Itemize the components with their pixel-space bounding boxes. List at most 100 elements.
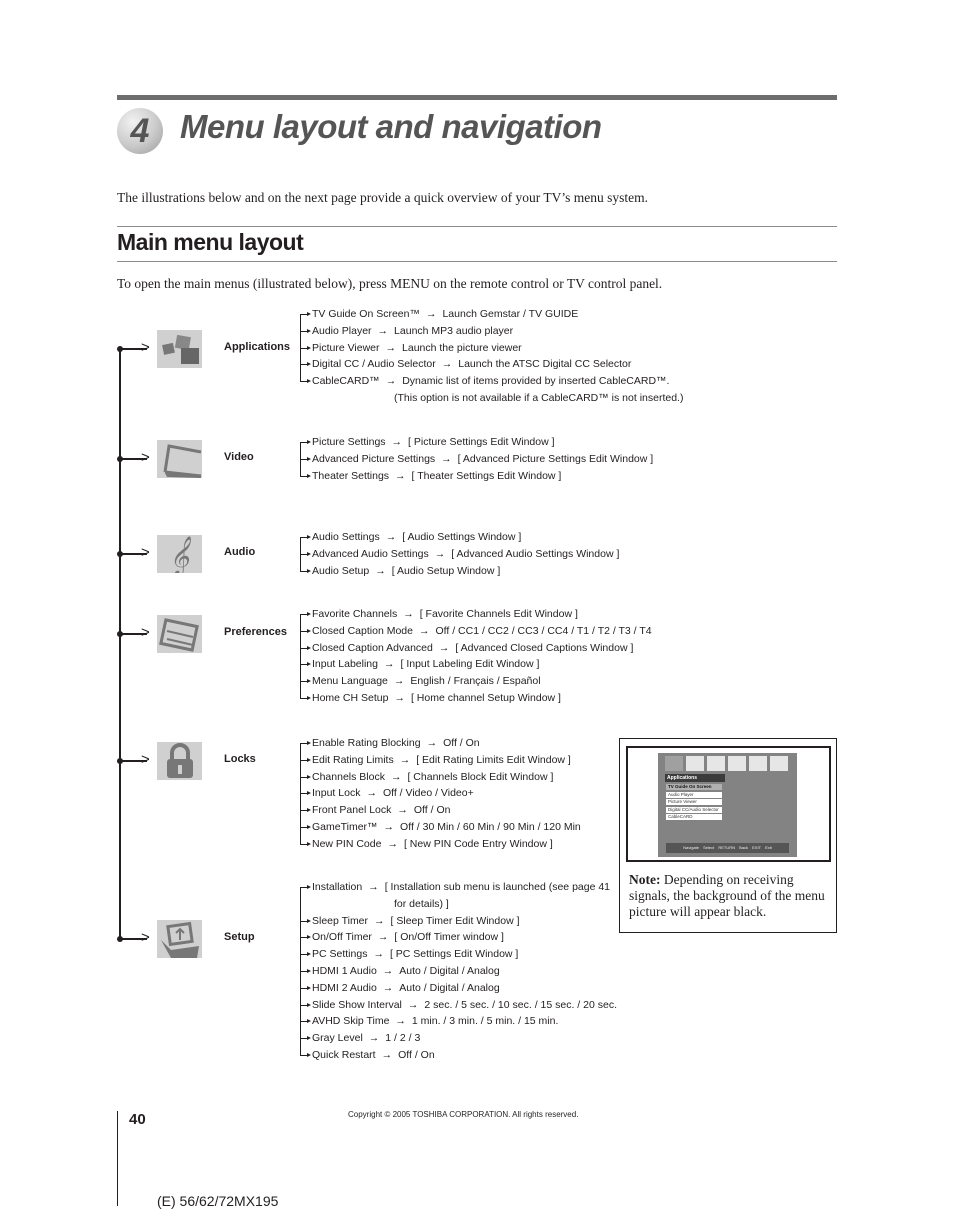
applications-icon [157,330,202,368]
submenu-item: HDMI 2 Audio → Auto / Digital / Analog [300,980,617,997]
arrow-icon: → [393,675,405,688]
connector-arrow-icon [300,568,311,573]
arrow-icon: → [395,1015,406,1028]
submenu-item: Menu Language → English / Français / Españ… [300,673,652,690]
screen-menu-list: TV Guide On Screen Audio Player Picture Vi… [666,784,722,822]
submenu-item-value: [ PC Settings Edit Window ] [389,948,519,961]
submenu-item: Installation → [ Installation sub menu is … [300,879,617,896]
branch-node [117,346,123,352]
submenu-item: Home CH Setup → [ Home channel Setup Windo… [300,690,652,707]
submenu-item-continuation: (This option is not available if a Cable… [394,391,684,404]
arrow-icon: → [390,770,402,783]
submenu-item-value: [ Input Labeling Edit Window ] [400,658,540,671]
submenu-item-name: Audio Settings [312,531,380,543]
submenu-item-name: Front Panel Lock [312,804,392,817]
submenu-bracket [300,743,301,844]
submenu-item-name: AVHD Skip Time [312,1015,390,1028]
setup-icon [157,920,202,958]
model-number: (E) 56/62/72MX195 [157,1193,279,1209]
arrow-icon: > [141,624,150,641]
branch-node [117,936,123,942]
arrow-icon: → [441,452,452,465]
arrow-icon: → [441,358,453,371]
submenu-list-audio: Audio Settings → [ Audio Settings Window ]… [300,529,619,579]
connector-arrow-icon [300,791,311,796]
arrow-icon: → [418,624,430,637]
page-number: 40 [129,1111,146,1128]
arrow-icon: → [375,564,386,577]
submenu-item-name: Closed Caption Mode [312,624,413,637]
submenu-item: Advanced Audio Settings → [ Advanced Audio… [300,546,619,563]
arrow-icon: → [397,804,408,817]
submenu-item-value: [ Favorite Channels Edit Window ] [419,608,578,620]
connector-arrow-icon [300,985,311,990]
connector-arrow-icon [300,968,311,973]
connector-arrow-icon [300,1002,311,1007]
screen-audio-icon [707,756,725,771]
connector-arrow-icon [300,379,311,384]
arrow-icon: > [141,751,150,768]
submenu-item-value: Launch the ATSC Digital CC Selector [458,358,632,371]
submenu-item-name: GameTimer™ [312,820,378,833]
arrow-icon: → [438,641,450,654]
menu-label-applications: Applications [224,341,291,353]
submenu-item-value: Launch the picture viewer [402,341,522,354]
submenu-item: Audio Player → Launch MP3 audio player [300,323,683,340]
submenu-item: Front Panel Lock → Off / On [300,802,581,819]
submenu-item-value: [ Channels Block Edit Window ] [407,770,554,783]
submenu-item-value: Off / Video / Video+ [382,787,474,800]
screen-menu-item: CableCARD [666,814,722,820]
arrow-icon: → [425,308,437,320]
footer-side-rule [117,1111,118,1206]
section-title: Main menu layout [117,229,304,255]
submenu-item: HDMI 1 Audio → Auto / Digital / Analog [300,963,617,980]
connector-arrow-icon [300,645,311,650]
submenu-item: On/Off Timer → [ On/Off Timer window ] [300,929,617,946]
arrow-icon: → [426,737,438,749]
chapter-number-badge: 4 [117,108,163,154]
submenu-item-name: Closed Caption Advanced [312,641,433,654]
connector-arrow-icon [300,535,311,539]
submenu-item-value: Off / 30 Min / 60 Min / 90 Min / 120 Min [400,820,581,833]
submenu-item-name: Slide Show Interval [312,998,402,1011]
submenu-item: Audio Settings → [ Audio Settings Window ] [300,529,619,546]
submenu-item-name: Edit Rating Limits [312,753,394,766]
submenu-item-name: Sleep Timer [312,914,369,927]
arrow-icon: → [383,658,395,671]
submenu-item-value: [ Advanced Closed Captions Window ] [455,641,634,654]
menu-label-locks: Locks [224,753,256,765]
svg-text:𝄞: 𝄞 [169,536,191,573]
connector-arrow-icon [300,1052,311,1057]
submenu-item: Quick Restart → Off / On [300,1047,617,1064]
arrow-icon: > [141,449,150,466]
submenu-item-value: Auto / Digital / Analog [399,981,500,994]
tree-trunk [119,348,121,940]
branch-node [117,551,123,557]
connector-arrow-icon [300,808,311,813]
arrow-icon: → [403,608,414,620]
submenu-item-name: Input Lock [312,787,361,800]
submenu-item-name: Advanced Picture Settings [312,452,436,465]
screen-menu-item: Picture Viewer [666,799,722,805]
arrow-icon: → [377,931,389,944]
connector-arrow-icon [300,935,311,940]
arrow-icon: → [368,881,379,893]
connector-arrow-icon [300,824,311,829]
connector-arrow-icon [300,362,311,367]
submenu-item-value: [ Advanced Picture Settings Edit Window … [457,452,654,465]
submenu-item-value: [ Edit Rating Limits Edit Window ] [416,753,571,766]
screen-lock-icon [749,756,767,771]
submenu-item-value: [ Home channel Setup Window ] [410,691,561,704]
connector-arrow-icon [300,612,311,616]
submenu-item: Sleep Timer → [ Sleep Timer Edit Window ] [300,913,617,930]
submenu-item-value: Off / On [443,737,480,749]
submenu-item-name: HDMI 2 Audio [312,981,377,994]
submenu-bracket [300,537,301,571]
submenu-item-value: 2 sec. / 5 sec. / 10 sec. / 15 sec. / 20… [424,998,617,1011]
submenu-item: Closed Caption Mode → Off / CC1 / CC2 / CC… [300,623,652,640]
submenu-item-value: Launch MP3 audio player [394,324,514,337]
submenu-item-continuation: for details) ] [394,897,449,910]
submenu-item-name: Picture Settings [312,436,386,448]
submenu-item-name: Digital CC / Audio Selector [312,358,436,371]
chapter-title: Menu layout and navigation [180,108,602,145]
